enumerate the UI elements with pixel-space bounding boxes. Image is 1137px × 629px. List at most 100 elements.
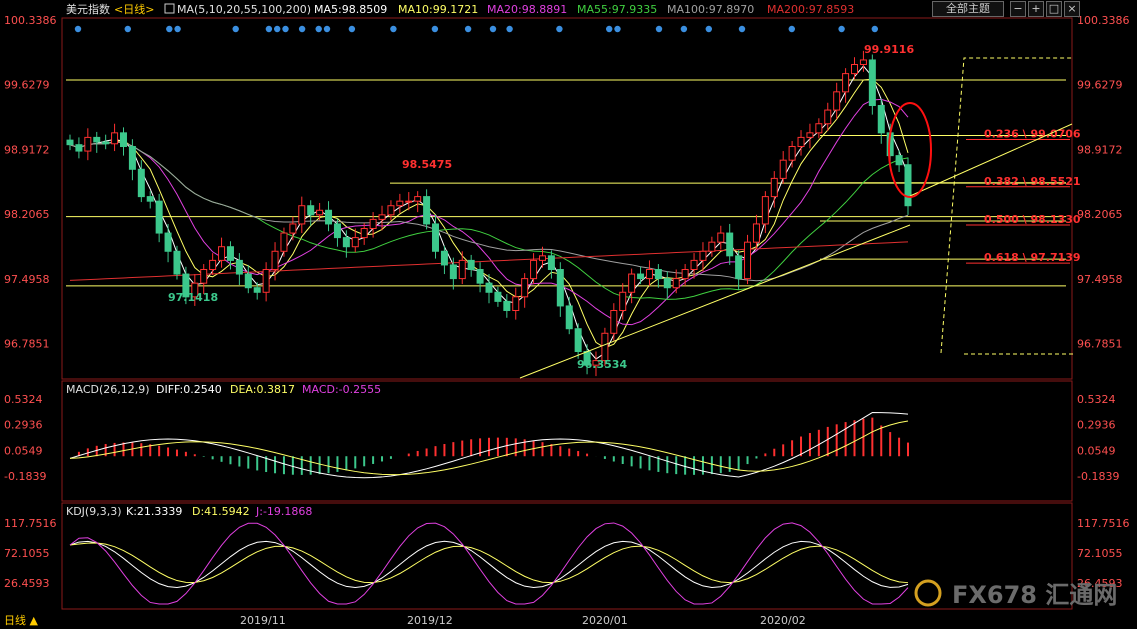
candle-body [788, 146, 796, 161]
candle-body [200, 268, 208, 284]
candle-body [877, 105, 885, 134]
ma-toggle-icon[interactable] [164, 3, 175, 14]
annotation-swing-high: 98.5475 [402, 158, 452, 171]
kdj-d: D:41.5942 [192, 505, 250, 518]
fibonacci-levels: 0.236 \ 99.0706 0.382 \ 98.5521 0.500 \ 98… [66, 57, 1081, 355]
theme-button[interactable]: 全部主题 [932, 1, 1004, 17]
candle-body [654, 268, 662, 280]
ma5-line [69, 65, 909, 360]
k-line [69, 540, 909, 589]
candle-body [485, 282, 493, 293]
event-dot [556, 25, 563, 33]
candle-body [155, 200, 163, 234]
candle-body [770, 177, 778, 198]
candle-body [503, 300, 511, 311]
candle-body [467, 259, 475, 270]
candle-body [298, 205, 306, 225]
event-dot [298, 25, 306, 33]
candle-body [895, 155, 903, 166]
macd-value: MACD:-0.2555 [302, 383, 381, 396]
macd-tick-right: -0.1839 [1077, 470, 1119, 483]
y-tick-left: 97.4958 [4, 273, 50, 286]
candle-body [547, 255, 555, 270]
macd-diff: DIFF:0.2540 [156, 383, 222, 396]
candle-body [173, 250, 181, 275]
candle-body [307, 205, 315, 216]
candle-body [512, 296, 520, 311]
plus-icon[interactable]: + [1028, 1, 1044, 17]
candle-body [405, 200, 413, 203]
candle-body [111, 132, 119, 145]
period-selector[interactable]: <日线> [114, 2, 154, 16]
close-icon[interactable]: × [1064, 1, 1080, 17]
kdj-tick-right: 117.7516 [1077, 517, 1130, 530]
candle-body [859, 59, 867, 66]
y-tick-left: 96.7851 [4, 338, 50, 351]
period-corner-button[interactable]: 日线 ▲ [4, 613, 38, 627]
candle-body [690, 259, 698, 270]
event-markers[interactable] [74, 25, 878, 33]
ma-params: MA(5,10,20,55,100,200) [177, 3, 311, 16]
minus-icon[interactable]: − [1010, 1, 1026, 17]
candle-body [717, 232, 725, 243]
ma5-value: MA5:98.8509 [314, 3, 387, 16]
fib-label: 0.500 \ 98.1330 [984, 213, 1081, 226]
candle-body [851, 64, 859, 75]
ma10-value: MA10:99.1721 [398, 3, 478, 16]
candle-body [458, 259, 466, 280]
price-annotations: 99.9116 98.5475 97.1418 96.3534 [168, 43, 914, 371]
candle-body [289, 223, 297, 234]
fib-label: 0.618 \ 97.7139 [984, 251, 1081, 264]
macd-tick-right: 0.0549 [1077, 444, 1116, 457]
candle-body [699, 250, 707, 261]
candle-body [84, 136, 92, 152]
x-tick-nov: 2019/11 [240, 614, 286, 627]
event-dot [390, 25, 397, 33]
candle-body [316, 209, 324, 216]
candle-body [530, 259, 538, 280]
y-tick-left: 98.2065 [4, 208, 50, 221]
candle-body [449, 264, 457, 280]
event-dot [871, 25, 878, 33]
annotation-low1: 97.1418 [168, 291, 218, 304]
candle-body [280, 232, 288, 252]
moving-averages [69, 65, 909, 360]
candle-body [244, 273, 252, 289]
fib-label: 0.236 \ 99.0706 [984, 128, 1081, 141]
candle-body [423, 196, 431, 225]
x-tick-jan: 2020/01 [582, 614, 628, 627]
event-dot [680, 25, 688, 33]
y-tick-right: 96.7851 [1077, 338, 1123, 351]
event-dot [274, 25, 281, 33]
price-chart[interactable]: 美元指数 <日线> MA(5,10,20,55,100,200) MA5:98.… [0, 0, 1137, 629]
candle-body [601, 332, 609, 362]
macd-y-axis: 0.5324 0.5324 0.2936 0.2936 0.0549 0.0549 -0.1… [4, 393, 1119, 483]
annotation-low2: 96.3534 [577, 358, 627, 371]
event-dot [606, 25, 613, 33]
event-dot [464, 25, 472, 33]
y-tick-right: 98.9172 [1077, 143, 1123, 156]
candle-body [726, 232, 734, 257]
annotation-high: 99.9116 [864, 43, 914, 56]
macd-tick-left: 0.0549 [4, 444, 43, 457]
candle-body [868, 59, 876, 107]
candles[interactable] [66, 50, 912, 377]
instrument-title: 美元指数 [66, 2, 110, 16]
event-dot [323, 25, 331, 33]
candle-body [619, 291, 627, 311]
macd-tick-left: -0.1839 [4, 470, 46, 483]
candle-body [494, 291, 502, 302]
candle-body [744, 241, 752, 280]
macd-tick-right: 0.2936 [1077, 419, 1116, 432]
event-dot [506, 25, 513, 33]
candle-body [904, 164, 912, 207]
ma55-value: MA55:97.9335 [577, 3, 657, 16]
candle-body [815, 123, 823, 134]
d-line [69, 542, 909, 584]
macd-panel-frame [61, 380, 1073, 502]
macd-plot [69, 412, 909, 479]
event-dot [655, 25, 663, 33]
maximize-icon[interactable]: □ [1046, 1, 1062, 17]
candle-body [262, 268, 270, 293]
candle-body [432, 223, 440, 252]
